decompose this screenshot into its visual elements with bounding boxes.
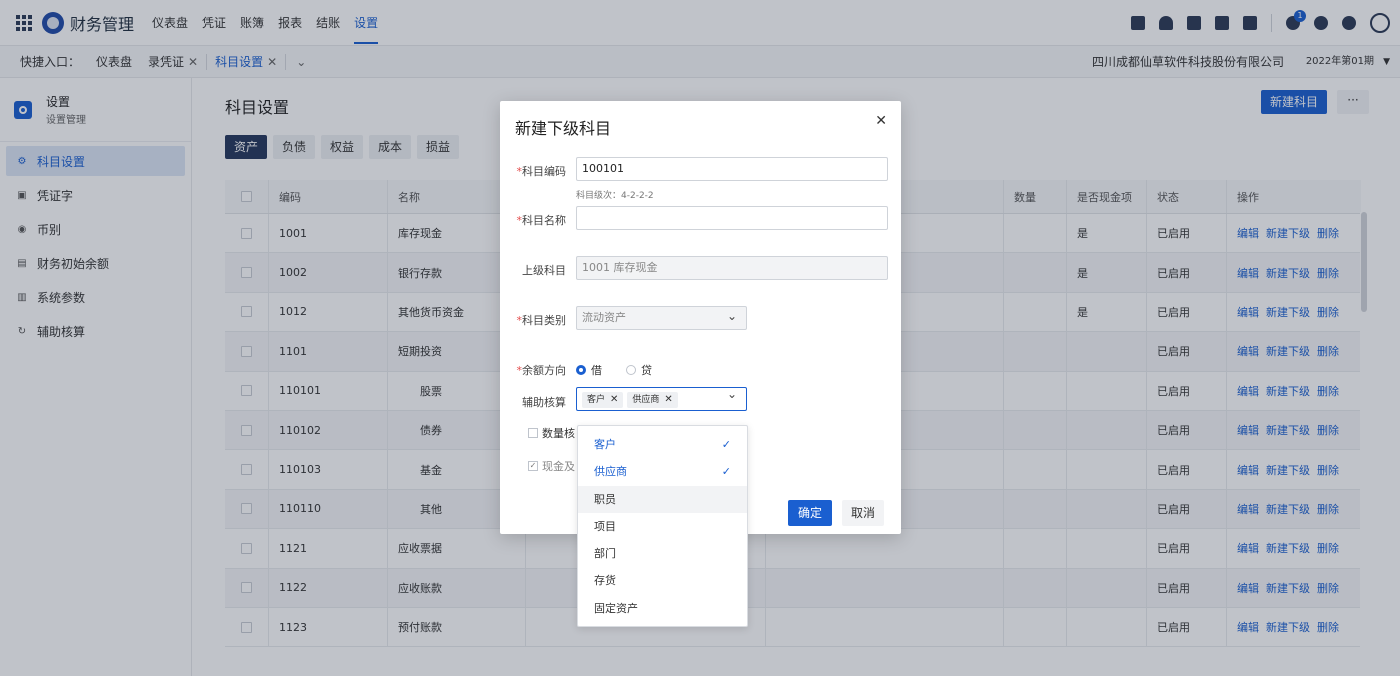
radio-unchecked-icon (626, 365, 636, 375)
account-category-label: *科目类别 (516, 314, 567, 327)
option-customer[interactable]: 客户 ✓ (578, 431, 747, 458)
auxiliary-label: 辅助核算 (522, 396, 566, 409)
option-supplier[interactable]: 供应商 ✓ (578, 458, 747, 485)
checkbox-icon (528, 428, 538, 438)
account-category-select[interactable]: 流动资产 (576, 305, 747, 330)
auxiliary-multiselect[interactable]: 客户 ✕ 供应商 ✕ (576, 386, 747, 411)
option-project[interactable]: 项目 (578, 513, 747, 540)
confirm-button[interactable]: 确定 (788, 500, 832, 526)
credit-radio[interactable]: 贷 (626, 362, 652, 378)
cash-equivalent-checkbox[interactable]: ✓ 现金及 (528, 458, 575, 474)
radio-checked-icon (576, 365, 586, 375)
account-name-label: *科目名称 (516, 214, 567, 227)
check-icon: ✓ (721, 438, 731, 451)
account-name-input[interactable] (576, 206, 888, 230)
option-fixed-assets[interactable]: 固定资产 (578, 595, 747, 622)
parent-account-label: 上级科目 (522, 264, 566, 277)
option-department[interactable]: 部门 (578, 540, 747, 567)
dialog-title: 新建下级科目 (515, 119, 612, 138)
account-level-hint: 科目级次：4-2-2-2 (576, 191, 654, 201)
balance-direction-label: *余额方向 (516, 364, 567, 377)
quantity-checkbox[interactable]: 数量核 (528, 425, 575, 441)
account-code-label: *科目编码 (516, 165, 567, 178)
checked-icon: ✓ (528, 461, 538, 471)
debit-radio[interactable]: 借 (576, 362, 602, 378)
tag-supplier: 供应商 ✕ (627, 392, 678, 408)
account-code-input[interactable]: 100101 (576, 157, 888, 181)
remove-tag-icon[interactable]: ✕ (664, 394, 672, 405)
option-inventory[interactable]: 存货 (578, 567, 747, 594)
parent-account-input: 1001 库存现金 (576, 256, 888, 280)
remove-tag-icon[interactable]: ✕ (610, 394, 618, 405)
tag-customer: 客户 ✕ (582, 392, 624, 408)
auxiliary-dropdown: 客户 ✓ 供应商 ✓ 职员 项目 部门 存货 固定资产 (577, 425, 748, 627)
close-icon[interactable]: ✕ (875, 113, 887, 129)
check-icon: ✓ (721, 465, 731, 479)
cancel-button[interactable]: 取消 (842, 500, 884, 526)
option-employee[interactable]: 职员 (578, 485, 747, 513)
